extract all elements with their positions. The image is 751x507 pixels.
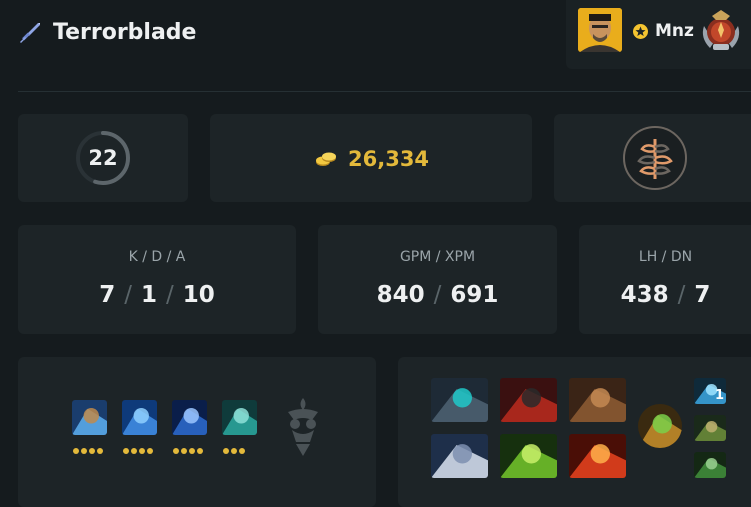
hero-level: 22 xyxy=(88,146,118,170)
header-divider xyxy=(18,91,751,92)
gold-coins-icon xyxy=(314,151,338,167)
kda-values: 7 / 1 / 10 xyxy=(18,282,296,308)
gpm-xpm-values: 840 / 691 xyxy=(318,282,557,308)
level-panel: 22 xyxy=(18,114,188,202)
items-panel: 1 xyxy=(398,357,751,507)
ability-level-dots xyxy=(73,448,103,456)
ability-level-dot xyxy=(81,448,87,454)
ability-level-dot xyxy=(231,448,237,454)
ability-level-dot xyxy=(97,448,103,454)
neutral-item-icon[interactable] xyxy=(638,404,682,448)
kda-separator: / xyxy=(166,282,174,308)
ability-sunder-icon[interactable] xyxy=(222,400,257,435)
gpm-xpm-panel: GPM / XPM 840 / 691 xyxy=(318,225,557,334)
player-card[interactable]: Mnz xyxy=(566,0,751,69)
item-butterfly-icon[interactable] xyxy=(431,434,488,478)
abilities-panel xyxy=(18,357,376,507)
ability-metamorphosis-icon[interactable] xyxy=(172,400,207,435)
kills-value: 7 xyxy=(99,282,116,308)
backpack-item-tp-scroll-icon[interactable]: 1 xyxy=(694,378,726,404)
ability-reflection-icon[interactable] xyxy=(72,400,107,435)
deaths-value: 1 xyxy=(140,282,157,308)
ability-level-dot xyxy=(89,448,95,454)
item-daedalus-icon[interactable] xyxy=(569,434,626,478)
lh-dn-panel: LH / DN 438 / 7 xyxy=(579,225,751,334)
ability-level-dot xyxy=(239,448,245,454)
kda-panel: K / D / A 7 / 1 / 10 xyxy=(18,225,296,334)
ability-level-dot xyxy=(189,448,195,454)
gpm-value: 840 xyxy=(376,282,425,308)
item-charges: 1 xyxy=(714,388,724,403)
kda-separator: / xyxy=(124,282,132,308)
backpack-item-wraith-band-icon[interactable] xyxy=(694,452,726,478)
level-ring: 22 xyxy=(74,129,132,187)
ability-level-dot xyxy=(73,448,79,454)
lh-dn-values: 438 / 7 xyxy=(579,282,751,308)
star-icon xyxy=(633,24,648,39)
assists-value: 10 xyxy=(182,282,215,308)
gpm-xpm-title: GPM / XPM xyxy=(399,249,476,265)
ability-level-dots xyxy=(173,448,203,456)
item-dragon-lance-icon[interactable] xyxy=(500,434,557,478)
lh-dn-separator: / xyxy=(677,282,686,308)
rank-medal-icon xyxy=(698,8,744,54)
kda-title: K / D / A xyxy=(128,249,186,265)
item-power-treads-icon[interactable] xyxy=(569,378,626,422)
net-worth-value: 26,334 xyxy=(348,147,430,171)
ability-level-dot xyxy=(181,448,187,454)
ability-level-dots xyxy=(123,448,153,456)
item-sange-and-yasha-icon[interactable] xyxy=(500,378,557,422)
ability-level-dots xyxy=(223,448,245,456)
backpack-item-quelling-blade-icon[interactable] xyxy=(694,415,726,441)
ability-level-dot xyxy=(173,448,179,454)
gpm-xpm-separator: / xyxy=(433,282,442,308)
hero-name[interactable]: Terrorblade xyxy=(53,18,196,48)
ability-conjure-image-icon[interactable] xyxy=(122,400,157,435)
talent-tree-icon[interactable] xyxy=(622,125,688,191)
net-worth-panel: 26,334 xyxy=(210,114,532,202)
lh-dn-title: LH / DN xyxy=(638,249,693,265)
denies-value: 7 xyxy=(694,282,711,308)
aghanims-shard-icon[interactable] xyxy=(280,394,326,458)
ability-level-dot xyxy=(147,448,153,454)
ability-level-dot xyxy=(223,448,229,454)
item-eye-of-skadi-icon[interactable] xyxy=(431,378,488,422)
player-name[interactable]: Mnz xyxy=(655,19,694,43)
ability-level-dot xyxy=(197,448,203,454)
xpm-value: 691 xyxy=(450,282,499,308)
last-hits-value: 438 xyxy=(620,282,669,308)
sword-icon xyxy=(16,20,42,46)
ability-level-dot xyxy=(139,448,145,454)
ability-level-dot xyxy=(123,448,129,454)
ability-level-dot xyxy=(131,448,137,454)
talent-panel xyxy=(554,114,751,202)
player-avatar[interactable] xyxy=(578,8,622,52)
